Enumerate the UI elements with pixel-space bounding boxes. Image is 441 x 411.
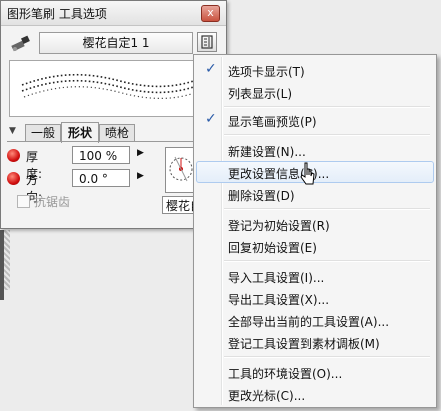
checkmark-icon: ✓ bbox=[205, 61, 217, 77]
menu-item-label: 列表显示(L) bbox=[228, 87, 293, 101]
menu-item-list-display[interactable]: 列表显示(L) bbox=[196, 81, 434, 103]
menu-separator bbox=[224, 208, 430, 210]
menu-item-label: 回复初始设置(E) bbox=[228, 241, 317, 255]
stroke-preview bbox=[9, 60, 221, 117]
menu-separator bbox=[224, 106, 430, 108]
menu-item-label: 工具的环境设置(O)... bbox=[228, 367, 343, 381]
menu-separator bbox=[224, 260, 430, 262]
preset-row: 樱花自定1 1 bbox=[7, 31, 221, 55]
panel-title: 图形笔刷 工具选项 bbox=[7, 7, 107, 21]
menu-item-label: 显示笔画预览(P) bbox=[228, 115, 317, 129]
collapse-arrow-icon[interactable]: ▼ bbox=[9, 126, 16, 136]
direction-arrow-icon[interactable]: ▶ bbox=[137, 171, 144, 181]
menu-item-label: 删除设置(D) bbox=[228, 189, 295, 203]
close-icon: x bbox=[207, 6, 214, 19]
menu-separator bbox=[224, 134, 430, 136]
menu-item-label: 更改光标(C)... bbox=[228, 389, 306, 403]
pressure-toggle-icon[interactable] bbox=[7, 149, 20, 162]
close-button[interactable]: x bbox=[201, 5, 220, 22]
thickness-arrow-icon[interactable]: ▶ bbox=[137, 148, 144, 158]
preset-name-field[interactable]: 樱花自定1 1 bbox=[39, 32, 193, 54]
menu-item-tab-display[interactable]: ✓ 选项卡显示(T) bbox=[196, 59, 434, 81]
antialias-label: 抗锯齿 bbox=[34, 195, 71, 209]
menu-item-label: 导入工具设置(I)... bbox=[228, 271, 325, 285]
pressure-toggle-icon[interactable] bbox=[7, 172, 20, 185]
menu-item-label: 导出工具设置(X)... bbox=[228, 293, 330, 307]
menu-item-label: 全部导出当前的工具设置(A)... bbox=[228, 315, 390, 329]
menu-item-import-tool-settings[interactable]: 导入工具设置(I)... bbox=[196, 265, 434, 287]
tab-airbrush[interactable]: 喷枪 bbox=[99, 124, 135, 142]
thickness-input[interactable]: 100 % bbox=[72, 146, 130, 164]
tab-shape[interactable]: 形状 bbox=[61, 122, 99, 143]
tab-general[interactable]: 一般 bbox=[25, 124, 61, 142]
direction-input[interactable]: 0.0 ° bbox=[72, 169, 130, 187]
menu-item-label: 选项卡显示(T) bbox=[228, 65, 305, 79]
stroke-preview-graphic bbox=[21, 73, 209, 99]
menu-item-register-initial[interactable]: 登记为初始设置(R) bbox=[196, 213, 434, 235]
menu-item-label: 登记工具设置到素材调板(M) bbox=[228, 337, 380, 351]
menu-item-register-to-materials[interactable]: 登记工具设置到素材调板(M) bbox=[196, 331, 434, 353]
menu-item-export-all-current[interactable]: 全部导出当前的工具设置(A)... bbox=[196, 309, 434, 331]
antialias-checkbox[interactable] bbox=[17, 195, 30, 208]
menu-item-tool-environment[interactable]: 工具的环境设置(O)... bbox=[196, 361, 434, 383]
mouse-pointer-icon bbox=[300, 162, 315, 185]
menu-item-export-tool-settings[interactable]: 导出工具设置(X)... bbox=[196, 287, 434, 309]
menu-item-change-cursor[interactable]: 更改光标(C)... bbox=[196, 383, 434, 405]
menu-item-label: 新建设置(N)... bbox=[228, 145, 306, 159]
menu-item-new-setting[interactable]: 新建设置(N)... bbox=[196, 139, 434, 161]
panel-menu-button[interactable] bbox=[197, 32, 217, 52]
background-edge bbox=[0, 230, 4, 300]
brush-icon[interactable] bbox=[11, 34, 31, 52]
panel-titlebar[interactable]: 图形笔刷 工具选项 x bbox=[1, 1, 226, 26]
menu-separator bbox=[224, 356, 430, 358]
menu-item-stroke-preview[interactable]: ✓ 显示笔画预览(P) bbox=[196, 109, 434, 131]
panel-context-menu: ✓ 选项卡显示(T) 列表显示(L) ✓ 显示笔画预览(P) 新建设置(N)..… bbox=[193, 54, 437, 408]
antialias-row[interactable]: 抗锯齿 bbox=[17, 193, 70, 210]
menu-item-restore-initial[interactable]: 回复初始设置(E) bbox=[196, 235, 434, 257]
menu-item-label: 登记为初始设置(R) bbox=[228, 219, 330, 233]
checkmark-icon: ✓ bbox=[205, 111, 217, 127]
panel-tabs: ▼ 一般 形状 喷枪 bbox=[7, 122, 222, 143]
panel-menu-icon bbox=[201, 35, 213, 49]
